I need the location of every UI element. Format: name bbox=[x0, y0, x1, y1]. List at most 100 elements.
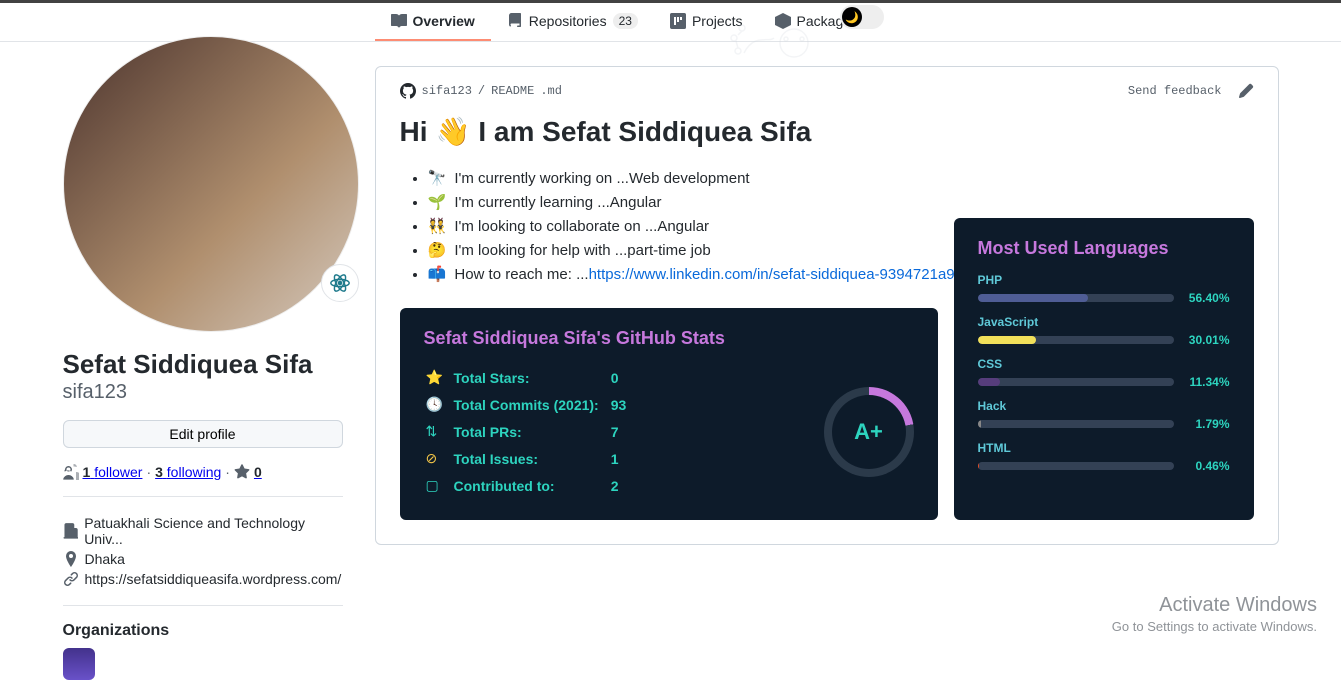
stats-row: ▢ Contributed to: 2 bbox=[426, 473, 637, 498]
languages-card-title: Most Used Languages bbox=[978, 238, 1230, 259]
stat-icon: 🕓 bbox=[426, 396, 442, 413]
stats-table: ⭐ Total Stars: 0🕓 Total Commits (2021): … bbox=[424, 363, 639, 500]
profile-readme: sifa123 / README.md Send feedback Hi 👋 I… bbox=[375, 66, 1279, 545]
tab-overview-label: Overview bbox=[413, 13, 475, 29]
profile-website-link[interactable]: https://sefatsiddiqueasifa.wordpress.com… bbox=[85, 571, 342, 587]
send-feedback-link[interactable]: Send feedback bbox=[1128, 84, 1222, 98]
main-content: sifa123 / README.md Send feedback Hi 👋 I… bbox=[359, 66, 1279, 683]
language-percent: 56.40% bbox=[1182, 291, 1230, 305]
organizations-heading: Organizations bbox=[63, 605, 343, 640]
organization-icon bbox=[63, 523, 79, 539]
language-row: PHP 56.40% bbox=[978, 273, 1230, 305]
tab-projects-label: Projects bbox=[692, 13, 743, 29]
moon-icon bbox=[842, 7, 862, 27]
emoji-icon: 📫 bbox=[428, 266, 447, 283]
edit-profile-button[interactable]: Edit profile bbox=[63, 420, 343, 448]
tab-overview[interactable]: Overview bbox=[375, 3, 491, 41]
language-bar-fill bbox=[978, 336, 1037, 344]
theme-toggle[interactable] bbox=[840, 5, 884, 29]
profile-website: https://sefatsiddiqueasifa.wordpress.com… bbox=[63, 569, 343, 589]
language-row: CSS 11.34% bbox=[978, 357, 1230, 389]
language-name: JavaScript bbox=[978, 315, 1230, 329]
github-stats-card: Sefat Siddiquea Sifa's GitHub Stats ⭐ To… bbox=[400, 308, 938, 520]
grade-value: A+ bbox=[854, 419, 883, 445]
organization-avatar[interactable] bbox=[63, 648, 95, 680]
readme-title: Hi 👋 I am Sefat Siddiquea Sifa bbox=[400, 115, 1254, 148]
emoji-icon: 🤔 bbox=[428, 242, 447, 259]
stats-row: ⭐ Total Stars: 0 bbox=[426, 365, 637, 390]
language-percent: 30.01% bbox=[1182, 333, 1230, 347]
profile-org-text: Patuakhali Science and Technology Univ..… bbox=[84, 515, 342, 547]
follow-stats: 1 follower · 3 following · 0 bbox=[63, 464, 343, 480]
language-percent: 0.46% bbox=[1182, 459, 1230, 473]
profile-tabs: Overview Repositories 23 Projects Packag… bbox=[375, 3, 875, 41]
language-bar bbox=[978, 420, 1174, 428]
following-link[interactable]: 3 following bbox=[155, 464, 221, 480]
stats-card-title: Sefat Siddiquea Sifa's GitHub Stats bbox=[424, 328, 914, 349]
people-icon bbox=[63, 464, 79, 480]
readme-list-item: 🔭 I'm currently working on ...Web develo… bbox=[428, 166, 1254, 190]
language-percent: 1.79% bbox=[1182, 417, 1230, 431]
profile-location-text: Dhaka bbox=[85, 551, 125, 567]
profile-name: Sefat Siddiquea Sifa bbox=[63, 348, 343, 381]
language-bar bbox=[978, 378, 1174, 386]
stats-row: ⇅ Total PRs: 7 bbox=[426, 419, 637, 444]
profile-username: sifa123 bbox=[63, 381, 343, 404]
octocat-icon bbox=[400, 83, 416, 99]
language-row: HTML 0.46% bbox=[978, 441, 1230, 473]
language-name: PHP bbox=[978, 273, 1230, 287]
repo-icon bbox=[507, 13, 523, 29]
language-name: CSS bbox=[978, 357, 1230, 371]
language-name: HTML bbox=[978, 441, 1230, 455]
grade-ring: A+ bbox=[824, 387, 914, 477]
languages-card: Most Used Languages PHP 56.40% JavaScrip… bbox=[954, 218, 1254, 520]
avatar[interactable] bbox=[63, 36, 359, 332]
stat-icon: ▢ bbox=[426, 477, 442, 494]
book-icon bbox=[391, 13, 407, 29]
stat-label: Total Commits (2021): bbox=[454, 392, 609, 417]
stat-label: Total PRs: bbox=[454, 419, 609, 444]
stats-row: ⊘ Total Issues: 1 bbox=[426, 446, 637, 471]
avatar-image bbox=[63, 36, 359, 332]
stat-label: Total Issues: bbox=[454, 446, 609, 471]
followers-link[interactable]: 1 follower bbox=[83, 464, 143, 480]
stat-label: Contributed to: bbox=[454, 473, 609, 498]
atom-icon bbox=[329, 272, 351, 294]
stat-value: 7 bbox=[611, 419, 637, 444]
language-bar bbox=[978, 336, 1174, 344]
project-icon bbox=[670, 13, 686, 29]
readme-link[interactable]: https://www.linkedin.com/in/sefat-siddiq… bbox=[589, 266, 959, 283]
language-bar-fill bbox=[978, 462, 979, 470]
stat-value: 1 bbox=[611, 446, 637, 471]
link-icon bbox=[63, 571, 79, 587]
package-icon bbox=[775, 13, 791, 29]
readme-list-item: 🌱 I'm currently learning ...Angular bbox=[428, 190, 1254, 214]
readme-path: sifa123 / README.md bbox=[400, 83, 562, 99]
stars-link[interactable]: 0 bbox=[254, 464, 262, 480]
language-row: JavaScript 30.01% bbox=[978, 315, 1230, 347]
stat-value: 93 bbox=[611, 392, 637, 417]
tab-repositories[interactable]: Repositories 23 bbox=[491, 3, 654, 41]
language-bar-fill bbox=[978, 378, 1000, 386]
stats-row: 🕓 Total Commits (2021): 93 bbox=[426, 392, 637, 417]
emoji-icon: 🌱 bbox=[428, 194, 447, 211]
profile-org: Patuakhali Science and Technology Univ..… bbox=[63, 513, 343, 549]
stat-icon: ⊘ bbox=[426, 450, 442, 467]
emoji-icon: 👯 bbox=[428, 218, 447, 235]
tab-repositories-label: Repositories bbox=[529, 13, 607, 29]
stat-icon: ⭐ bbox=[426, 369, 442, 386]
stat-label: Total Stars: bbox=[454, 365, 609, 390]
tab-projects[interactable]: Projects bbox=[654, 3, 759, 41]
emoji-icon: 🔭 bbox=[428, 170, 447, 187]
stat-value: 0 bbox=[611, 365, 637, 390]
profile-location: Dhaka bbox=[63, 549, 343, 569]
stat-value: 2 bbox=[611, 473, 637, 498]
language-name: Hack bbox=[978, 399, 1230, 413]
repositories-count-badge: 23 bbox=[613, 13, 638, 29]
language-bar-fill bbox=[978, 294, 1089, 302]
pencil-icon[interactable] bbox=[1238, 83, 1254, 99]
profile-sidebar: Sefat Siddiquea Sifa sifa123 Edit profil… bbox=[63, 66, 359, 683]
star-icon bbox=[234, 464, 250, 480]
status-badge[interactable] bbox=[321, 264, 359, 302]
wave-icon: 👋 bbox=[436, 115, 471, 148]
